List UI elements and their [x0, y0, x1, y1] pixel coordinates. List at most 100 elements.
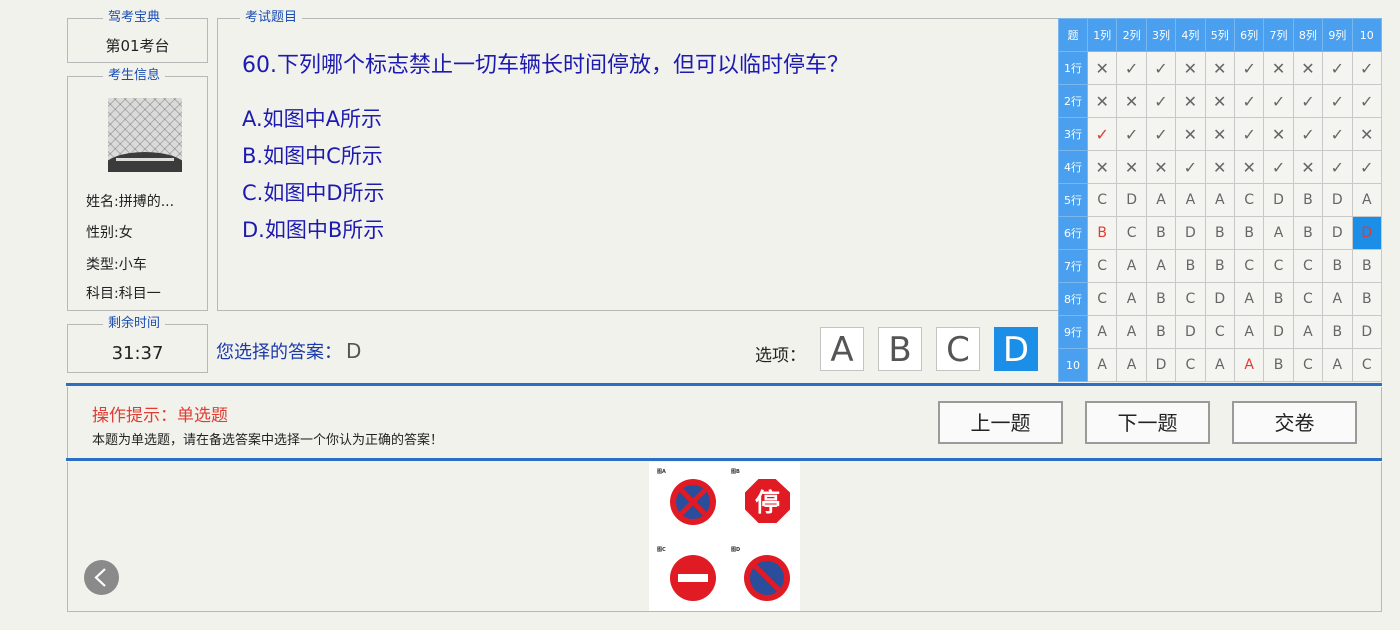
- grid-answer-cell[interactable]: A: [1145, 183, 1177, 217]
- grid-answer-cell[interactable]: ✕: [1204, 150, 1235, 184]
- grid-answer-cell[interactable]: A: [1116, 315, 1147, 349]
- grid-answer-cell[interactable]: B: [1263, 348, 1294, 382]
- grid-answer-cell[interactable]: C: [1204, 315, 1235, 349]
- grid-answer-cell[interactable]: A: [1204, 348, 1235, 382]
- grid-answer-cell[interactable]: D: [1204, 282, 1235, 316]
- grid-answer-cell[interactable]: ✕: [1204, 51, 1235, 85]
- grid-answer-cell[interactable]: C: [1175, 282, 1206, 316]
- choice-c-button[interactable]: C: [936, 327, 980, 371]
- grid-answer-cell[interactable]: B: [1204, 216, 1235, 250]
- grid-answer-cell[interactable]: D: [1351, 216, 1383, 250]
- grid-answer-cell[interactable]: D: [1351, 315, 1383, 349]
- grid-answer-cell[interactable]: D: [1263, 315, 1294, 349]
- grid-answer-cell[interactable]: ✕: [1292, 150, 1324, 184]
- prev-question-button[interactable]: 上一题: [938, 401, 1063, 444]
- back-button[interactable]: [84, 560, 119, 595]
- grid-answer-cell[interactable]: A: [1322, 348, 1353, 382]
- grid-answer-cell[interactable]: ✕: [1116, 150, 1147, 184]
- grid-answer-cell[interactable]: B: [1086, 216, 1118, 250]
- grid-answer-cell[interactable]: ✓: [1233, 84, 1265, 118]
- grid-answer-cell[interactable]: ✓: [1263, 150, 1294, 184]
- grid-answer-cell[interactable]: A: [1116, 348, 1147, 382]
- grid-answer-cell[interactable]: B: [1322, 249, 1353, 283]
- grid-answer-cell[interactable]: ✓: [1351, 51, 1383, 85]
- grid-answer-cell[interactable]: C: [1175, 348, 1206, 382]
- grid-answer-cell[interactable]: B: [1145, 216, 1177, 250]
- grid-answer-cell[interactable]: A: [1116, 282, 1147, 316]
- grid-answer-cell[interactable]: ✓: [1263, 84, 1294, 118]
- grid-answer-cell[interactable]: ✓: [1116, 117, 1147, 151]
- grid-answer-cell[interactable]: ✕: [1145, 150, 1177, 184]
- option-d[interactable]: D.如图中B所示: [242, 214, 384, 244]
- grid-answer-cell[interactable]: D: [1322, 183, 1353, 217]
- submit-exam-button[interactable]: 交卷: [1232, 401, 1357, 444]
- choice-a-button[interactable]: A: [820, 327, 864, 371]
- grid-answer-cell[interactable]: A: [1233, 315, 1265, 349]
- grid-answer-cell[interactable]: D: [1175, 216, 1206, 250]
- grid-answer-cell[interactable]: ✓: [1322, 84, 1353, 118]
- grid-answer-cell[interactable]: ✓: [1322, 117, 1353, 151]
- grid-answer-cell[interactable]: C: [1292, 282, 1324, 316]
- grid-answer-cell[interactable]: ✓: [1292, 117, 1324, 151]
- grid-answer-cell[interactable]: ✓: [1116, 51, 1147, 85]
- grid-answer-cell[interactable]: ✕: [1263, 51, 1294, 85]
- grid-answer-cell[interactable]: C: [1351, 348, 1383, 382]
- grid-answer-cell[interactable]: C: [1086, 282, 1118, 316]
- grid-answer-cell[interactable]: ✓: [1322, 150, 1353, 184]
- grid-answer-cell[interactable]: B: [1204, 249, 1235, 283]
- grid-answer-cell[interactable]: ✓: [1175, 150, 1206, 184]
- grid-answer-cell[interactable]: B: [1351, 282, 1383, 316]
- next-question-button[interactable]: 下一题: [1085, 401, 1210, 444]
- grid-answer-cell[interactable]: A: [1086, 315, 1118, 349]
- grid-answer-cell[interactable]: C: [1263, 249, 1294, 283]
- grid-answer-cell[interactable]: C: [1233, 249, 1265, 283]
- grid-answer-cell[interactable]: ✕: [1086, 51, 1118, 85]
- option-a[interactable]: A.如图中A所示: [242, 103, 382, 133]
- grid-answer-cell[interactable]: A: [1175, 183, 1206, 217]
- grid-answer-cell[interactable]: ✕: [1204, 84, 1235, 118]
- choice-d-button[interactable]: D: [994, 327, 1038, 371]
- grid-answer-cell[interactable]: ✕: [1204, 117, 1235, 151]
- grid-answer-cell[interactable]: B: [1263, 282, 1294, 316]
- grid-answer-cell[interactable]: A: [1351, 183, 1383, 217]
- grid-answer-cell[interactable]: C: [1086, 249, 1118, 283]
- grid-answer-cell[interactable]: ✓: [1145, 84, 1177, 118]
- grid-answer-cell[interactable]: B: [1322, 315, 1353, 349]
- grid-answer-cell[interactable]: B: [1292, 216, 1324, 250]
- grid-answer-cell[interactable]: B: [1351, 249, 1383, 283]
- grid-answer-cell[interactable]: A: [1116, 249, 1147, 283]
- grid-answer-cell[interactable]: A: [1292, 315, 1324, 349]
- grid-answer-cell[interactable]: ✕: [1116, 84, 1147, 118]
- grid-answer-cell[interactable]: ✓: [1351, 84, 1383, 118]
- grid-answer-cell[interactable]: ✓: [1351, 150, 1383, 184]
- grid-answer-cell[interactable]: D: [1263, 183, 1294, 217]
- grid-answer-cell[interactable]: ✕: [1175, 51, 1206, 85]
- grid-answer-cell[interactable]: A: [1086, 348, 1118, 382]
- grid-answer-cell[interactable]: D: [1145, 348, 1177, 382]
- grid-answer-cell[interactable]: C: [1116, 216, 1147, 250]
- grid-answer-cell[interactable]: C: [1233, 183, 1265, 217]
- grid-answer-cell[interactable]: A: [1145, 249, 1177, 283]
- option-b[interactable]: B.如图中C所示: [242, 140, 383, 170]
- grid-answer-cell[interactable]: ✕: [1175, 117, 1206, 151]
- grid-answer-cell[interactable]: D: [1322, 216, 1353, 250]
- grid-answer-cell[interactable]: ✕: [1086, 84, 1118, 118]
- grid-answer-cell[interactable]: ✓: [1086, 117, 1118, 151]
- grid-answer-cell[interactable]: B: [1292, 183, 1324, 217]
- grid-answer-cell[interactable]: ✓: [1145, 117, 1177, 151]
- grid-answer-cell[interactable]: ✕: [1233, 150, 1265, 184]
- grid-answer-cell[interactable]: C: [1292, 348, 1324, 382]
- grid-answer-cell[interactable]: C: [1086, 183, 1118, 217]
- choice-b-button[interactable]: B: [878, 327, 922, 371]
- grid-answer-cell[interactable]: B: [1233, 216, 1265, 250]
- grid-answer-cell[interactable]: A: [1204, 183, 1235, 217]
- grid-answer-cell[interactable]: B: [1175, 249, 1206, 283]
- grid-answer-cell[interactable]: ✓: [1145, 51, 1177, 85]
- grid-answer-cell[interactable]: ✕: [1175, 84, 1206, 118]
- grid-answer-cell[interactable]: ✕: [1351, 117, 1383, 151]
- grid-answer-cell[interactable]: A: [1263, 216, 1294, 250]
- grid-answer-cell[interactable]: A: [1233, 348, 1265, 382]
- grid-answer-cell[interactable]: C: [1292, 249, 1324, 283]
- grid-answer-cell[interactable]: A: [1322, 282, 1353, 316]
- grid-answer-cell[interactable]: D: [1116, 183, 1147, 217]
